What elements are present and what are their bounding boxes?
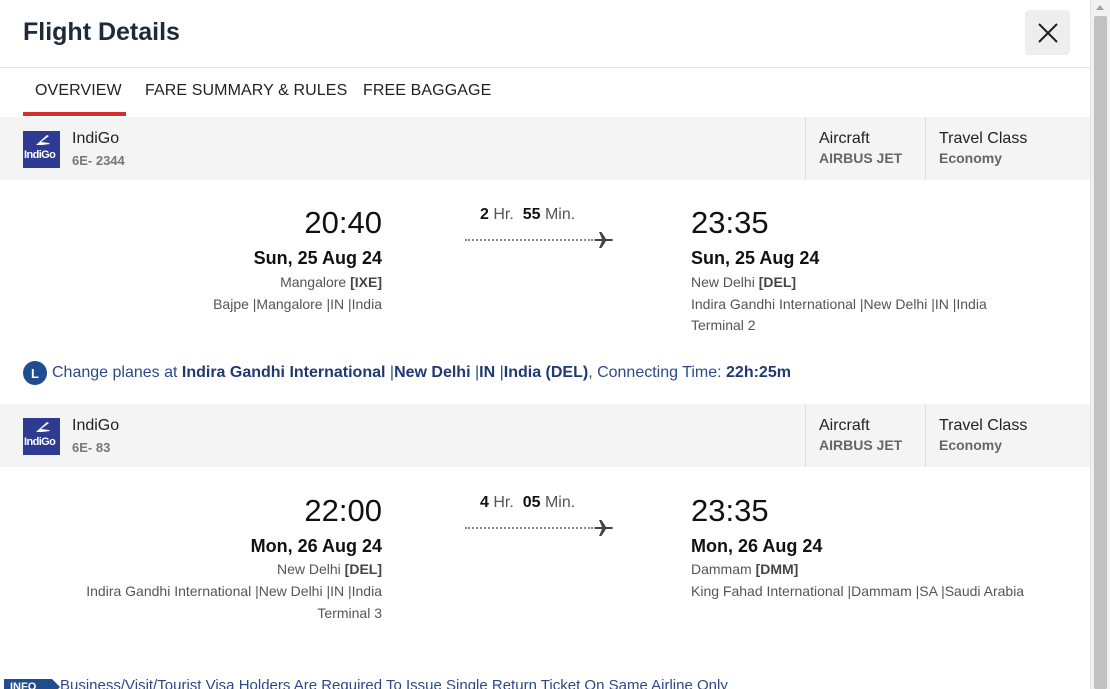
duration-minutes: 55 [522,206,541,223]
departure-time: 20:40 [304,205,382,240]
flight-number: 6E- 83 [72,440,111,455]
departure-city: Mangalore [IXE] [122,274,382,290]
plane-icon [594,232,613,248]
indigo-logo: IndiGo [23,131,60,168]
column-divider [805,117,806,180]
arrival-code: [DEL] [758,274,797,290]
aircraft-label: Aircraft [819,130,870,147]
arrival-city-name: New Delhi [691,274,755,290]
tab-bar: OVERVIEW FARE SUMMARY & RULES FREE BAGGA… [0,68,1090,117]
departure-date: Mon, 26 Aug 24 [250,536,382,556]
duration-min-label: Min. [544,494,576,511]
logo-text: IndiGo [24,436,56,448]
layover-notice: L Change planes at Indira Gandhi Interna… [23,360,791,386]
scrollbar[interactable] [1090,0,1110,689]
duration-hr-label: Hr. [493,206,514,223]
info-tag: INFO [4,679,60,689]
scrollbar-thumb[interactable] [1094,16,1107,689]
duration-hours: 2 [480,206,489,223]
separator: | [470,364,480,381]
layover-prefix: Change planes at [52,364,182,381]
arrival-date: Sun, 25 Aug 24 [691,248,820,268]
departure-date: Sun, 25 Aug 24 [253,248,382,268]
aircraft-value: AIRBUS JET [819,437,903,453]
departure-airport: Indira Gandhi International |New Delhi |… [86,583,382,599]
logo-text: IndiGo [24,149,56,161]
travel-class-value: Economy [939,437,1003,453]
duration-hours: 4 [480,494,489,511]
departure-code: [DEL] [344,561,382,577]
travel-class-label: Travel Class [939,130,1028,147]
departure-airport: Bajpe |Mangalore |IN |India [213,296,382,312]
arrival-time: 23:35 [691,493,769,528]
arrival-code: [DMM] [755,561,799,577]
layover-city: New Delhi [394,364,471,381]
arrival-city: Dammam [DMM] [691,561,798,577]
close-button[interactable] [1025,10,1070,55]
flight-duration: 4 Hr. 05 Min. [480,494,575,512]
scroll-up-arrow-icon[interactable] [1096,5,1104,10]
column-divider [925,404,926,467]
arrival-terminal: Terminal 2 [691,317,756,333]
departure-city-name: Mangalore [280,274,347,290]
layover-badge: L [23,361,47,385]
travel-class-label: Travel Class [939,417,1028,434]
layover-airport: Indira Gandhi International [181,364,386,381]
aircraft-label: Aircraft [819,417,870,434]
route-line [465,527,593,529]
departure-time: 22:00 [304,493,382,528]
duration-hr-label: Hr. [493,494,514,511]
departure-terminal: Terminal 3 [317,605,382,621]
plane-icon [594,520,613,536]
duration-minutes: 05 [522,494,541,511]
column-divider [805,404,806,467]
tab-free-baggage[interactable]: FREE BAGGAGE [363,82,491,100]
arrival-date: Mon, 26 Aug 24 [691,536,823,556]
airline-name: IndiGo [72,130,120,147]
indigo-logo: IndiGo [23,418,60,455]
info-text: Business/Visit/Tourist Visa Holders Are … [60,677,728,689]
arrival-time: 23:35 [691,205,769,240]
segment-1-header: IndiGo IndiGo 6E- 2344 Aircraft AIRBUS J… [0,117,1090,180]
tab-fare-summary-rules[interactable]: FARE SUMMARY & RULES [145,82,347,100]
segment-2-header: IndiGo IndiGo 6E- 83 Aircraft AIRBUS JET… [0,404,1090,467]
tab-overview[interactable]: OVERVIEW [35,82,122,100]
logo-plane-icon [36,422,50,432]
arrival-city-name: Dammam [691,561,752,577]
departure-city: New Delhi [DEL] [122,561,382,577]
arrival-airport: King Fahad International |Dammam |SA |Sa… [691,583,1025,599]
layover-country: India (DEL) [503,364,589,381]
info-notice: INFO Business/Visit/Tourist Visa Holders… [0,675,1090,689]
layover-country-code: IN [479,364,496,381]
connecting-time-label: , Connecting Time: [588,364,727,381]
aircraft-value: AIRBUS JET [819,150,903,166]
logo-plane-icon [36,135,50,145]
airline-name: IndiGo [72,417,120,434]
close-icon [1037,22,1058,43]
arrival-city: New Delhi [DEL] [691,274,796,290]
modal-title: Flight Details [23,18,180,46]
flight-number: 6E- 2344 [72,153,125,168]
separator: | [495,364,504,381]
flight-duration: 2 Hr. 55 Min. [480,206,575,224]
travel-class-value: Economy [939,150,1003,166]
separator: | [385,364,395,381]
connecting-time: 22h:25m [726,364,791,381]
column-divider [925,117,926,180]
departure-city-name: New Delhi [276,561,341,577]
flight-details-modal: Flight Details OVERVIEW FARE SUMMARY & R… [0,0,1090,689]
departure-code: [IXE] [350,274,382,290]
duration-min-label: Min. [544,206,576,223]
active-tab-indicator [23,112,126,116]
route-line [465,239,593,241]
modal-header: Flight Details [0,0,1090,68]
arrival-airport: Indira Gandhi International |New Delhi |… [691,296,987,312]
